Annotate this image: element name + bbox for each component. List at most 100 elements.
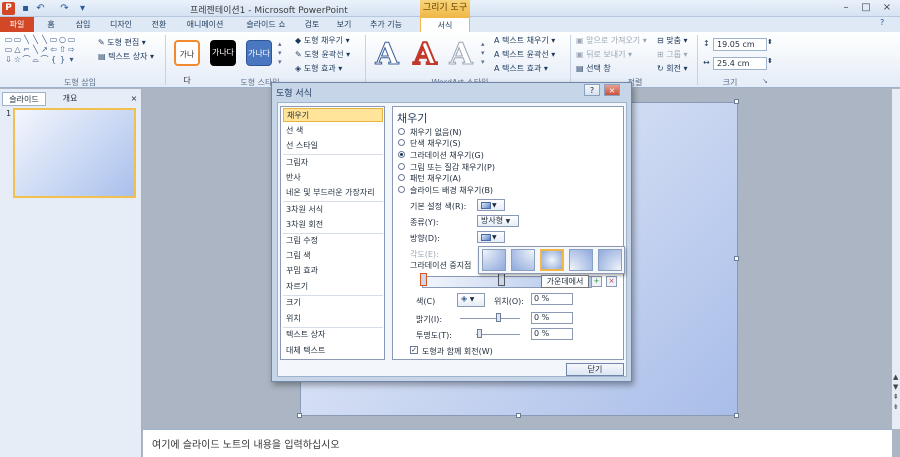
category-shadow[interactable]: 그림자 bbox=[283, 156, 383, 170]
dialog-close-button[interactable]: 닫기 bbox=[566, 363, 624, 376]
radio-pattern-fill[interactable] bbox=[398, 174, 405, 181]
radio-slide-background-fill[interactable] bbox=[398, 186, 405, 193]
resize-handle[interactable] bbox=[734, 99, 739, 104]
shape-fill-button[interactable]: ◆ 도형 채우기 ▾ bbox=[295, 35, 350, 46]
radio-solid-fill[interactable] bbox=[398, 139, 405, 146]
direction-from-bottom-left[interactable] bbox=[569, 249, 593, 271]
tab-transitions[interactable]: 전환 bbox=[146, 17, 172, 32]
category-fill[interactable]: 채우기 bbox=[283, 108, 383, 122]
tab-review[interactable]: 검토 bbox=[300, 17, 324, 32]
category-text-box[interactable]: 텍스트 상자 bbox=[283, 328, 383, 342]
position-spinner[interactable]: 0 % bbox=[531, 293, 573, 305]
direction-from-center[interactable] bbox=[540, 249, 564, 271]
align-button[interactable]: ⊟ 맞춤 ▾ bbox=[657, 35, 688, 46]
edit-shape-button[interactable]: ✎ 도형 편집 ▾ bbox=[98, 37, 146, 48]
wordart-outline-gray[interactable]: A bbox=[446, 37, 476, 73]
close-pane-icon[interactable]: × bbox=[128, 92, 140, 106]
remove-gradient-stop-icon[interactable]: × bbox=[606, 276, 617, 287]
category-alt-text[interactable]: 대체 텍스트 bbox=[283, 344, 383, 358]
height-spinner[interactable]: ⬍ bbox=[767, 38, 773, 46]
shape-style-black[interactable]: 가나다 bbox=[210, 40, 236, 66]
customize-qat-icon[interactable]: ▾ bbox=[76, 2, 89, 15]
shape-style-blue[interactable]: 가나다 bbox=[246, 40, 272, 66]
shape-style-orange-outline[interactable]: 가나다 bbox=[174, 40, 200, 85]
slide-thumbnail[interactable] bbox=[13, 108, 136, 198]
rotate-with-shape-checkbox[interactable]: ✓ bbox=[410, 346, 418, 354]
send-backward-button[interactable]: ▣ 뒤로 보내기 ▾ bbox=[576, 49, 632, 60]
scroll-nav-icons[interactable]: ▲ ▼ ⇞ ⇟ bbox=[893, 372, 899, 412]
category-picture-color[interactable]: 그림 색 bbox=[283, 249, 383, 263]
text-outline-button[interactable]: A 텍스트 윤곽선 ▾ bbox=[494, 49, 555, 60]
shapes-gallery[interactable]: ▭▭ ╲ ╲ ╲ ▭ ○ ▭ ▭ △ ⌐ ╲ ↗ ⇦ ⇧ ⇨ ⇩ ☆⌒ ⌓ ⌒{} ▾ bbox=[4, 35, 84, 65]
tab-outline[interactable]: 개요 bbox=[50, 92, 90, 106]
size-dialog-launcher-icon[interactable]: ↘ bbox=[762, 77, 768, 85]
radio-no-fill[interactable] bbox=[398, 128, 405, 135]
category-crop[interactable]: 자르기 bbox=[283, 280, 383, 294]
shape-width-input[interactable]: 25.4 cm bbox=[713, 57, 767, 70]
direction-from-bottom-right[interactable] bbox=[598, 249, 622, 271]
maximize-button[interactable]: □ bbox=[856, 2, 876, 14]
category-artistic-effects[interactable]: 꾸밈 효과 bbox=[283, 264, 383, 278]
tab-design[interactable]: 디자인 bbox=[104, 17, 138, 32]
redo-icon[interactable]: ↷ bbox=[58, 2, 71, 15]
brightness-slider-track[interactable] bbox=[460, 318, 520, 319]
transparency-slider-track[interactable] bbox=[476, 334, 520, 335]
wordart-gallery-scroll[interactable]: ▴ ▾ ▾ bbox=[481, 40, 485, 67]
shape-style-gallery-scroll[interactable]: ▴ ▾ ▾ bbox=[278, 40, 282, 67]
category-glow-soft-edges[interactable]: 네온 및 부드러운 가장자리 bbox=[283, 186, 383, 200]
tab-slides[interactable]: 슬라이드 bbox=[2, 92, 46, 106]
resize-handle[interactable] bbox=[297, 413, 302, 418]
category-3d-rotation[interactable]: 3차원 회전 bbox=[283, 218, 383, 232]
text-effects-button[interactable]: A 텍스트 효과 ▾ bbox=[494, 63, 548, 74]
category-size[interactable]: 크기 bbox=[283, 296, 383, 310]
undo-icon[interactable]: ↶ bbox=[34, 2, 47, 15]
gradient-type-dropdown[interactable]: 방사형 ▼ bbox=[477, 215, 519, 227]
stop-color-dropdown[interactable]: ◈ ▼ bbox=[457, 293, 485, 307]
tab-addins[interactable]: 추가 기능 bbox=[362, 17, 410, 32]
tab-home[interactable]: 홈 bbox=[40, 17, 62, 32]
gradient-stop-selected[interactable] bbox=[420, 273, 427, 286]
tab-file[interactable]: 파일 bbox=[0, 17, 34, 32]
wordart-outline-blue[interactable]: A bbox=[372, 37, 402, 73]
help-icon[interactable]: ? bbox=[880, 18, 884, 27]
resize-handle[interactable] bbox=[734, 413, 739, 418]
text-box-button[interactable]: ▤ 텍스트 상자 ▾ bbox=[98, 51, 154, 62]
direction-from-top-right[interactable] bbox=[511, 249, 535, 271]
close-button[interactable]: × bbox=[877, 2, 897, 14]
shape-height-input[interactable]: 19.05 cm bbox=[713, 38, 767, 51]
category-position[interactable]: 위치 bbox=[283, 312, 383, 326]
resize-handle[interactable] bbox=[734, 256, 739, 261]
width-spinner[interactable]: ⬍ bbox=[767, 57, 773, 65]
bring-forward-button[interactable]: ▣ 앞으로 가져오기 ▾ bbox=[576, 35, 647, 46]
category-line-style[interactable]: 선 스타일 bbox=[283, 139, 383, 153]
powerpoint-logo[interactable]: P bbox=[2, 2, 15, 15]
brightness-spinner[interactable]: 0 % bbox=[531, 312, 573, 324]
brightness-slider-thumb[interactable] bbox=[496, 313, 501, 322]
dialog-close-x-button[interactable]: × bbox=[604, 84, 620, 96]
radio-picture-texture-fill[interactable] bbox=[398, 163, 405, 170]
group-button[interactable]: ⊞ 그룹 ▾ bbox=[657, 49, 688, 60]
resize-handle[interactable] bbox=[516, 413, 521, 418]
tab-format[interactable]: 서식 bbox=[420, 17, 470, 32]
tab-slideshow[interactable]: 슬라이드 쇼 bbox=[240, 17, 292, 32]
transparency-slider-thumb[interactable] bbox=[477, 329, 482, 338]
selection-pane-button[interactable]: ▤ 선택 창 bbox=[576, 63, 611, 74]
text-fill-button[interactable]: A 텍스트 채우기 ▾ bbox=[494, 35, 555, 46]
wordart-outline-red[interactable]: A bbox=[410, 36, 440, 73]
gradient-stop[interactable] bbox=[498, 273, 505, 286]
transparency-spinner[interactable]: 0 % bbox=[531, 328, 573, 340]
tab-animations[interactable]: 애니메이션 bbox=[180, 17, 230, 32]
direction-dropdown[interactable]: ▼ bbox=[477, 231, 505, 243]
direction-from-top-left[interactable] bbox=[482, 249, 506, 271]
category-reflection[interactable]: 반사 bbox=[283, 171, 383, 185]
category-picture-corrections[interactable]: 그림 수정 bbox=[283, 234, 383, 248]
preset-colors-dropdown[interactable]: ▼ bbox=[477, 199, 505, 211]
category-line-color[interactable]: 선 색 bbox=[283, 124, 383, 138]
tab-insert[interactable]: 삽입 bbox=[70, 17, 96, 32]
dialog-help-button[interactable]: ? bbox=[584, 84, 600, 96]
shape-effects-button[interactable]: ◈ 도형 효과 ▾ bbox=[295, 63, 342, 74]
radio-gradient-fill[interactable] bbox=[398, 151, 405, 158]
shape-outline-button[interactable]: ✎ 도형 윤곽선 ▾ bbox=[295, 49, 350, 60]
save-icon[interactable]: ▪ bbox=[19, 2, 32, 15]
add-gradient-stop-icon[interactable]: + bbox=[591, 276, 602, 287]
